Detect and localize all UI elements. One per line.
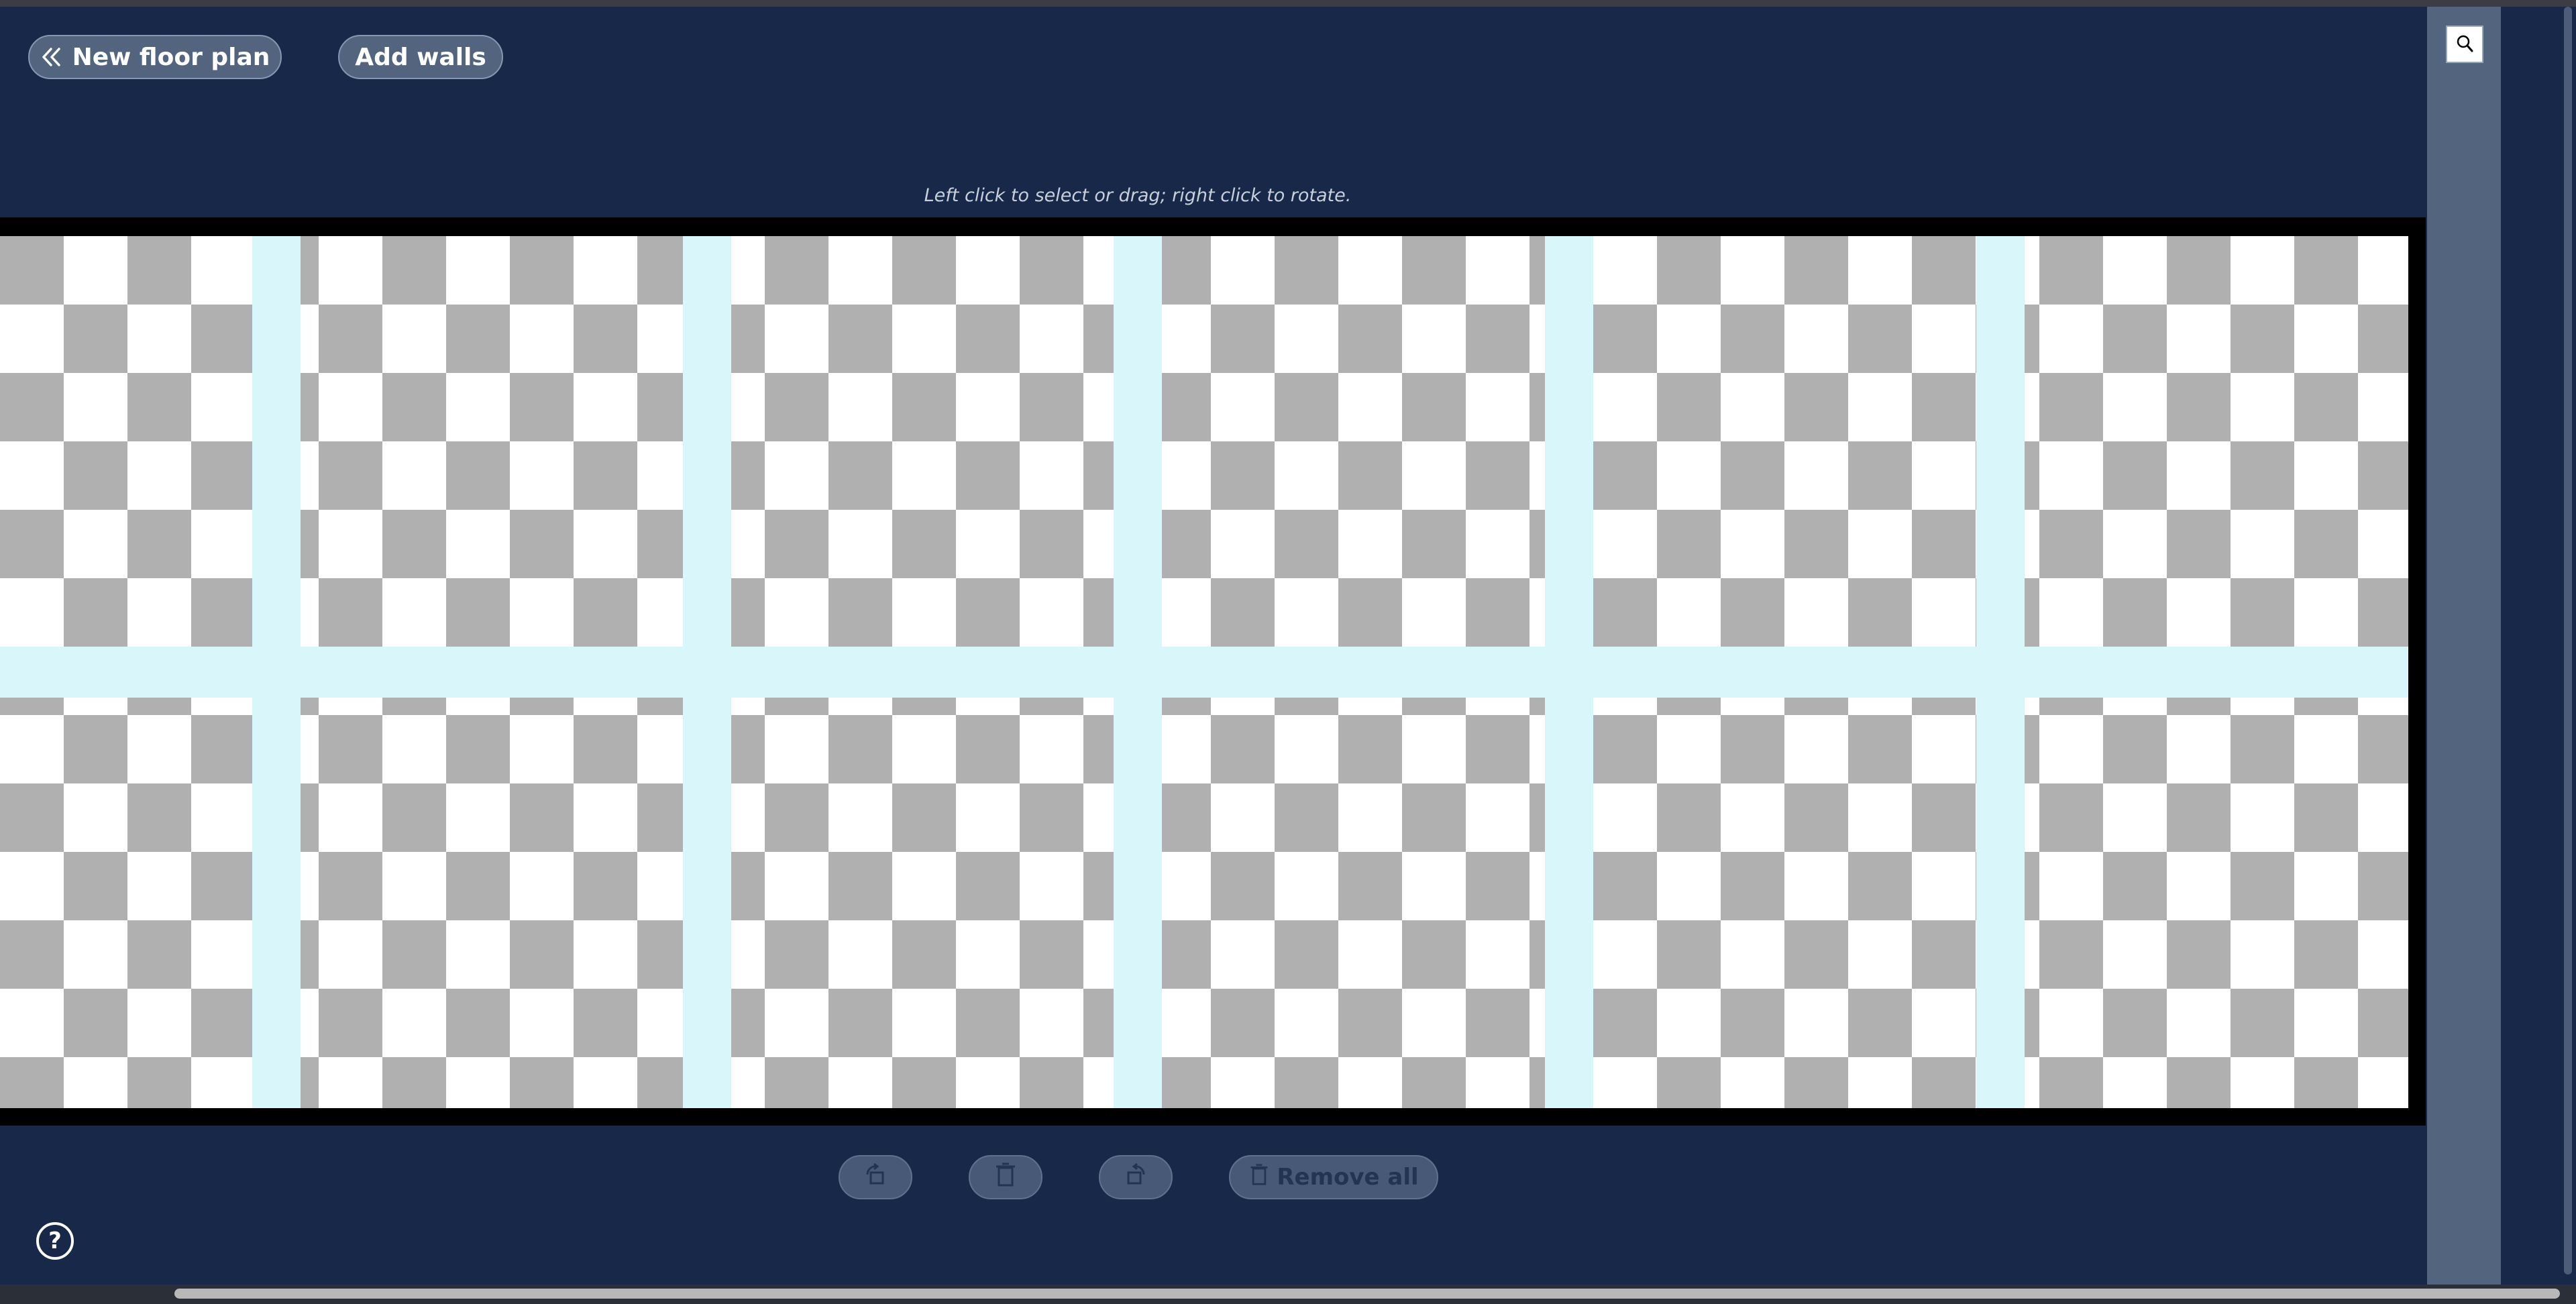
add-walls-button[interactable]: Add walls (338, 35, 503, 79)
remove-all-button[interactable]: Remove all (1229, 1155, 1438, 1199)
right-gutter (2501, 7, 2560, 1285)
side-panel (2427, 7, 2501, 1285)
remove-all-label: Remove all (1277, 1164, 1419, 1191)
new-floor-plan-label: New floor plan (72, 43, 270, 71)
canvas-hint: Left click to select or drag; right clic… (924, 185, 1352, 206)
help-icon[interactable]: ? (36, 1222, 74, 1260)
rotate-right-button[interactable] (1099, 1155, 1173, 1199)
search-icon (2455, 34, 2475, 56)
delete-button[interactable] (969, 1155, 1042, 1199)
app-root: New floor plan Add walls Left click to s… (0, 0, 2576, 1304)
floor-plan-canvas[interactable] (0, 236, 2408, 1108)
window-top-strip (0, 0, 2576, 7)
rotate-right-icon (1122, 1161, 1149, 1194)
horizontal-scrollbar-thumb[interactable] (174, 1289, 2560, 1299)
rotate-left-icon (862, 1161, 889, 1194)
add-walls-label: Add walls (355, 43, 486, 71)
trash-icon (1248, 1161, 1270, 1194)
rotate-left-button[interactable] (839, 1155, 912, 1199)
chevrons-left-icon (40, 46, 63, 68)
trash-icon (994, 1161, 1018, 1194)
search-button[interactable] (2446, 25, 2483, 63)
vertical-scrollbar-thumb[interactable] (2564, 7, 2572, 1274)
new-floor-plan-button[interactable]: New floor plan (28, 35, 282, 79)
grid-line-horizontal (0, 647, 2408, 698)
help-label: ? (48, 1228, 62, 1254)
